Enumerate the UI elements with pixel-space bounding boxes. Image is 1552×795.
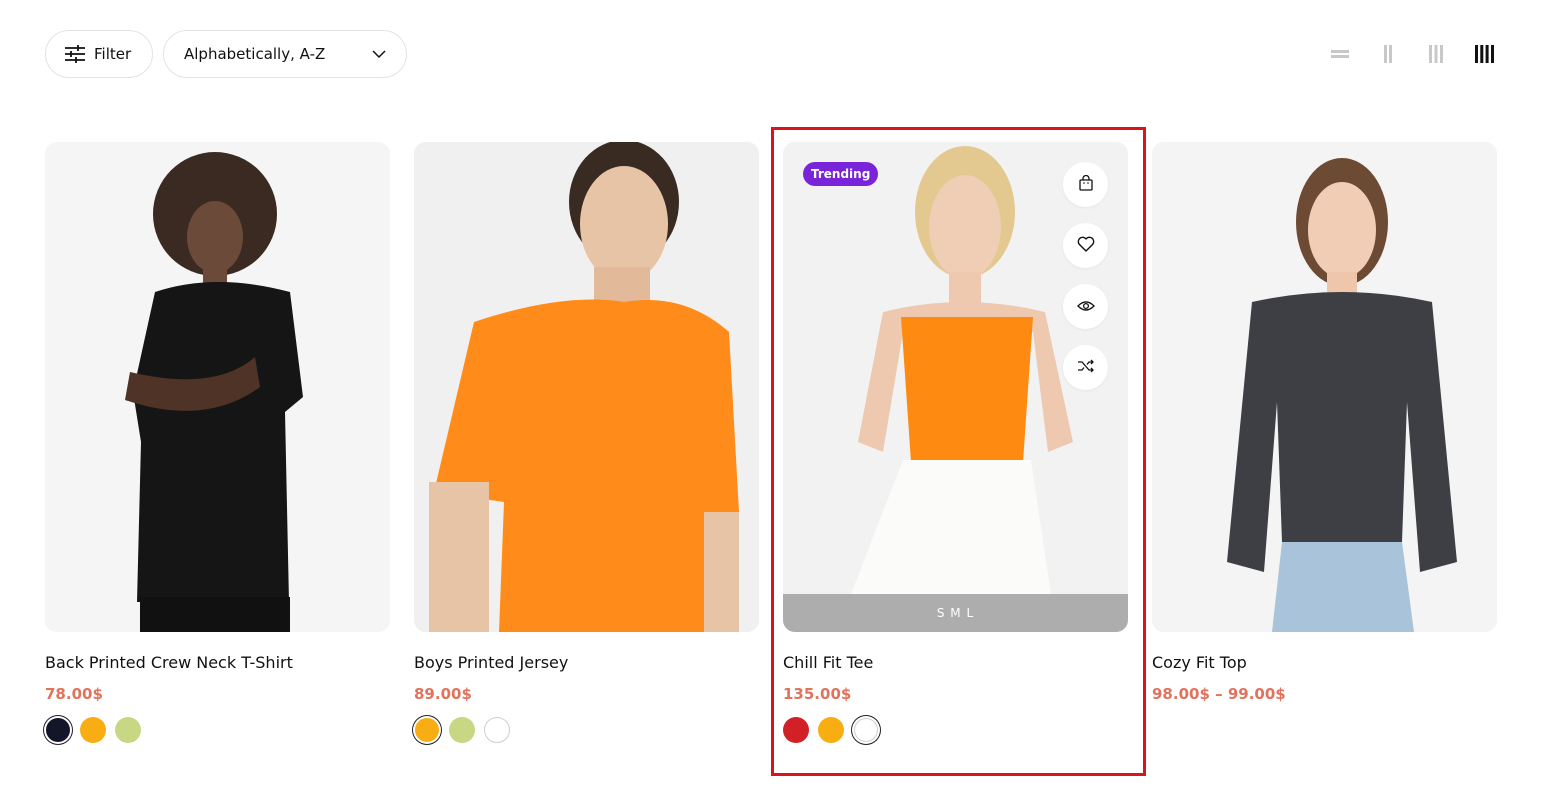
product-card[interactable]: Back Printed Crew Neck T-Shirt 78.00$ <box>45 142 390 743</box>
model-black-tshirt-photo <box>45 142 390 632</box>
product-image[interactable] <box>1152 142 1497 632</box>
list-layout-icon <box>1331 50 1349 58</box>
chevron-down-icon <box>372 50 386 58</box>
model-grey-top-photo <box>1152 142 1497 632</box>
product-card[interactable]: Trending S M L Chill Fit Tee 135.00$ <box>783 142 1128 743</box>
product-image[interactable] <box>45 142 390 632</box>
color-swatch-navy[interactable] <box>46 718 70 742</box>
product-card[interactable]: Boys Printed Jersey 89.00$ <box>414 142 759 743</box>
color-swatch-lime[interactable] <box>115 717 141 743</box>
product-image[interactable] <box>414 142 759 632</box>
wishlist-button[interactable] <box>1063 223 1108 268</box>
model-orange-tshirt-photo <box>414 142 759 632</box>
heart-icon <box>1077 236 1095 256</box>
grid-layout-switch <box>1316 40 1508 68</box>
layout-3-column-button[interactable] <box>1412 40 1460 68</box>
product-name[interactable]: Back Printed Crew Neck T-Shirt <box>45 653 293 672</box>
two-column-icon <box>1384 45 1392 63</box>
product-price: 89.00$ <box>414 685 472 703</box>
color-swatch-white[interactable] <box>484 717 510 743</box>
color-swatches <box>783 717 879 743</box>
shopping-bag-icon <box>1078 174 1093 195</box>
quick-view-button[interactable] <box>1063 284 1108 329</box>
filter-label: Filter <box>94 45 132 63</box>
color-swatch-orange[interactable] <box>415 718 439 742</box>
toolbar: Filter Alphabetically, A-Z <box>45 30 407 78</box>
add-to-cart-button[interactable] <box>1063 162 1108 207</box>
color-swatches <box>414 717 510 743</box>
sliders-icon <box>65 45 85 63</box>
product-price: 98.00$ – 99.00$ <box>1152 685 1286 703</box>
product-image[interactable]: Trending S M L <box>783 142 1128 632</box>
layout-list-button[interactable] <box>1316 40 1364 68</box>
color-swatch-lime[interactable] <box>449 717 475 743</box>
compare-button[interactable] <box>1063 345 1108 390</box>
color-swatch-orange[interactable] <box>80 717 106 743</box>
color-swatch-orange[interactable] <box>818 717 844 743</box>
color-swatch-red[interactable] <box>783 717 809 743</box>
color-swatch-white[interactable] <box>854 718 878 742</box>
product-card[interactable]: Cozy Fit Top 98.00$ – 99.00$ <box>1152 142 1497 703</box>
product-price: 78.00$ <box>45 685 103 703</box>
layout-2-column-button[interactable] <box>1364 40 1412 68</box>
filter-button[interactable]: Filter <box>45 30 153 78</box>
shuffle-icon <box>1077 358 1095 377</box>
eye-icon <box>1076 297 1095 316</box>
color-swatches <box>45 717 141 743</box>
four-column-icon <box>1474 45 1494 63</box>
product-name[interactable]: Chill Fit Tee <box>783 653 873 672</box>
quick-actions <box>1063 162 1108 390</box>
product-name[interactable]: Cozy Fit Top <box>1152 653 1247 672</box>
sort-value: Alphabetically, A-Z <box>184 45 326 63</box>
layout-4-column-button[interactable] <box>1460 40 1508 68</box>
three-column-icon <box>1429 45 1443 63</box>
sort-select[interactable]: Alphabetically, A-Z <box>163 30 407 78</box>
trending-badge: Trending <box>803 162 879 186</box>
size-options[interactable]: S M L <box>783 594 1128 632</box>
product-name[interactable]: Boys Printed Jersey <box>414 653 568 672</box>
product-price: 135.00$ <box>783 685 852 703</box>
